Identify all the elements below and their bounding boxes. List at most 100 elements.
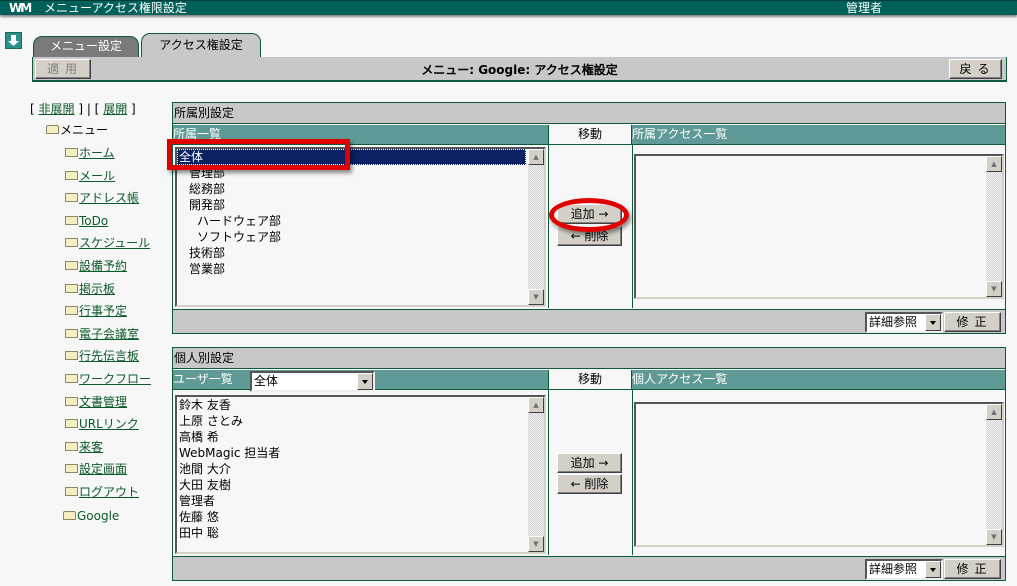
user-option[interactable]: 大田 友樹 (177, 477, 544, 493)
group-option[interactable]: 管理部 (177, 165, 544, 181)
current-user: 管理者 (846, 1, 883, 15)
user-option[interactable]: WebMagic 担当者 (177, 445, 544, 461)
tree-item-link[interactable]: 行事予定 (79, 304, 127, 318)
user-move-header: 移動 (548, 370, 632, 390)
folder-open-icon (63, 510, 76, 520)
user-option[interactable]: 田中 聡 (177, 525, 544, 541)
tree-item[interactable]: 来客 (65, 439, 103, 455)
back-button[interactable]: 戻る (949, 59, 1002, 79)
user-add-button[interactable]: 追加 → (557, 453, 622, 473)
user-option[interactable]: 高橋 希 (177, 429, 544, 445)
folder-icon (65, 215, 78, 225)
tree-item-link[interactable]: ワークフロー (79, 372, 151, 386)
tree-item[interactable]: 掲示板 (65, 281, 115, 297)
folder-icon (65, 261, 78, 270)
scroll-up-icon[interactable]: ▲ (528, 149, 544, 165)
tree-item-link[interactable]: メール (79, 169, 115, 183)
tree-item-link[interactable]: 設備予約 (79, 259, 127, 273)
user-access-scrollbar[interactable]: ▲ ▼ (986, 404, 1002, 545)
folder-icon (65, 148, 78, 157)
tree-item-current[interactable]: Google (63, 508, 119, 524)
tree-item-link[interactable]: アドレス帳 (79, 191, 139, 205)
tree-item[interactable]: ToDo (65, 213, 108, 229)
scroll-down-icon[interactable]: ▼ (528, 289, 544, 305)
group-add-button[interactable]: 追加 → (557, 204, 622, 224)
tree-item[interactable]: URLリンク (65, 416, 139, 432)
tree-item-link[interactable]: URLリンク (79, 417, 139, 431)
user-option[interactable]: 佐藤 悠 (177, 509, 544, 525)
tree-item[interactable]: メール (65, 168, 115, 184)
scroll-up-icon[interactable]: ▲ (986, 404, 1002, 420)
tree-item[interactable]: 設定画面 (65, 461, 127, 477)
tree-item[interactable]: スケジュール (65, 235, 150, 251)
user-option[interactable]: 上原 さとみ (177, 413, 544, 429)
scroll-up-icon[interactable]: ▲ (528, 397, 544, 413)
group-option[interactable]: 全体 (177, 149, 526, 165)
tree-item-link[interactable]: 来客 (79, 440, 103, 454)
tree-item[interactable]: 文書管理 (65, 394, 127, 410)
tab-menu-settings[interactable]: メニュー設定 (33, 36, 139, 57)
user-option[interactable]: 池間 大介 (177, 461, 544, 477)
tree-item[interactable]: ログアウト (65, 484, 139, 500)
tree-item[interactable]: ワークフロー (65, 371, 151, 387)
chevron-down-icon[interactable] (357, 373, 373, 390)
tree-item[interactable]: 設備予約 (65, 258, 127, 274)
user-access-list[interactable]: ▲ ▼ (634, 402, 1004, 547)
collapse-all-link[interactable]: 非展開 (39, 102, 75, 116)
user-option[interactable]: 管理者 (177, 493, 544, 509)
user-edit-button[interactable]: 修正 (944, 559, 1001, 579)
scroll-down-icon[interactable]: ▼ (528, 536, 544, 552)
expand-all-link[interactable]: 展開 (103, 102, 127, 116)
user-list-header: ユーザ一覧 全体 (173, 370, 548, 392)
group-option[interactable]: 開発部 (177, 197, 544, 213)
tree-item-link[interactable]: 設定画面 (79, 462, 127, 476)
tree-item[interactable]: 電子会議室 (65, 326, 139, 342)
tree-item-link[interactable]: ホーム (79, 146, 115, 160)
tree-item-link[interactable]: スケジュール (79, 236, 150, 250)
group-edit-button[interactable]: 修正 (944, 312, 1001, 332)
group-list-scrollbar[interactable]: ▲ ▼ (528, 149, 544, 305)
tree-item[interactable]: ホーム (65, 145, 115, 161)
chevron-down-icon[interactable] (925, 561, 941, 578)
group-option[interactable]: ソフトウェア部 (177, 229, 544, 245)
scroll-down-icon[interactable]: ▼ (986, 281, 1002, 297)
scroll-down-icon[interactable]: ▼ (986, 529, 1002, 545)
group-option[interactable]: 営業部 (177, 261, 544, 277)
user-view-select[interactable]: 詳細参照 (865, 559, 943, 580)
tree-item-link[interactable]: ログアウト (79, 485, 139, 499)
tree-root[interactable]: メニュー (46, 121, 108, 138)
user-option[interactable]: 鈴木 友香 (177, 397, 544, 413)
chevron-down-icon[interactable] (925, 314, 941, 331)
tree-item-current-link[interactable]: Google (77, 509, 119, 523)
tree-item-link[interactable]: 行先伝言板 (79, 349, 139, 363)
tree-item-link[interactable]: ToDo (79, 214, 108, 228)
tree-item-link[interactable]: 電子会議室 (79, 327, 139, 341)
group-option[interactable]: 総務部 (177, 181, 544, 197)
page-title: メニューアクセス権限設定 (44, 1, 187, 15)
tree-item[interactable]: 行先伝言板 (65, 348, 139, 364)
group-view-select[interactable]: 詳細参照 (865, 312, 943, 333)
tree-item[interactable]: アドレス帳 (65, 190, 139, 206)
group-access-list[interactable]: ▲ ▼ (634, 154, 1004, 299)
toggle-sidebar-button[interactable] (5, 32, 22, 49)
group-access-scrollbar[interactable]: ▲ ▼ (986, 156, 1002, 297)
user-list-scrollbar[interactable]: ▲ ▼ (528, 397, 544, 552)
folder-icon (65, 374, 78, 383)
tree-item-link[interactable]: 掲示板 (79, 282, 115, 296)
group-option[interactable]: 技術部 (177, 245, 544, 261)
tree-item[interactable]: 行事予定 (65, 303, 127, 319)
user-panel-footer: 詳細参照 修正 (173, 556, 1005, 580)
user-list[interactable]: 鈴木 友香 上原 さとみ 高橋 希 WebMagic 担当者 池間 大介 大田 友樹 管理者… (175, 395, 546, 554)
user-filter-select[interactable]: 全体 (250, 371, 375, 392)
apply-button[interactable]: 適用 (35, 59, 91, 79)
user-panel-title: 個人別設定 (173, 348, 1005, 369)
tree-item-link[interactable]: 文書管理 (79, 395, 127, 409)
toolbar: メニュー: Google: アクセス権設定 適用 戻る (32, 57, 1007, 82)
tab-access-settings[interactable]: アクセス権設定 (141, 33, 261, 58)
user-remove-button[interactable]: ← 削除 (557, 474, 622, 494)
folder-icon (65, 238, 78, 248)
group-remove-button[interactable]: ← 削除 (557, 226, 622, 246)
group-list[interactable]: 全体 管理部 総務部 開発部 ハードウェア部 ソフトウェア部 技術部 営業部 ▲ ▼ (175, 147, 546, 307)
scroll-up-icon[interactable]: ▲ (986, 156, 1002, 172)
group-option[interactable]: ハードウェア部 (177, 213, 544, 229)
